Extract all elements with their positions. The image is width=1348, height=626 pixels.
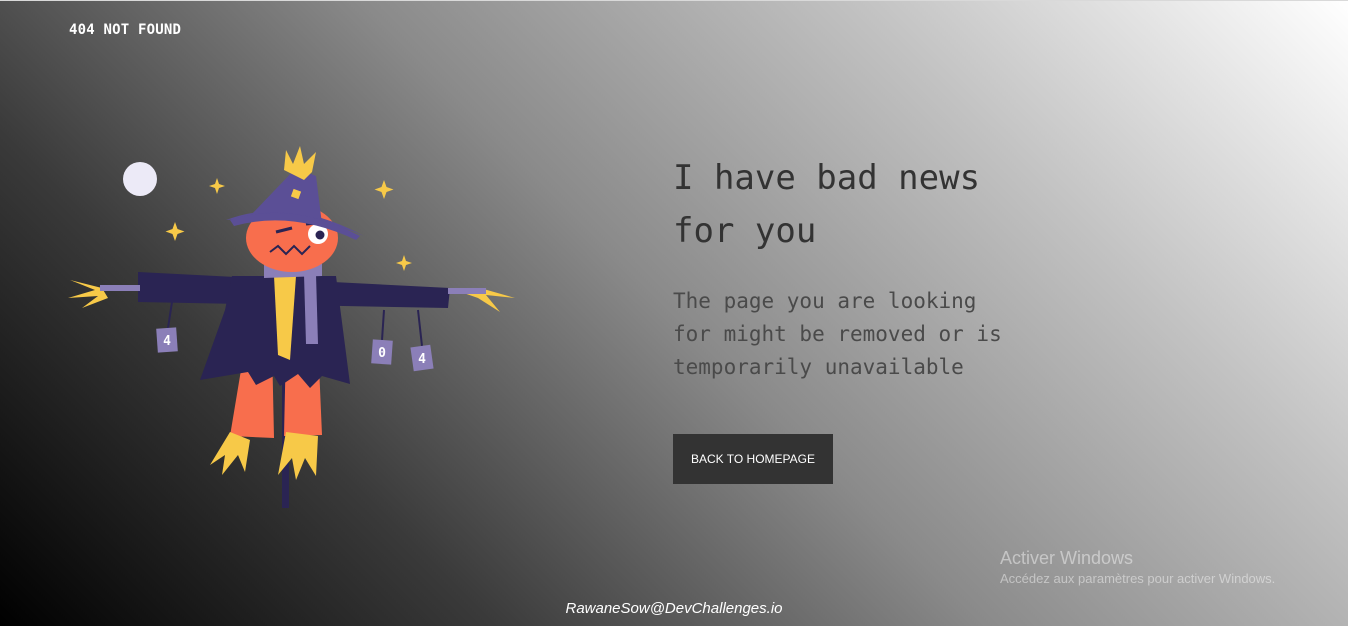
message-line-2: for might be removed or is [673, 322, 1002, 346]
message-line-1: The page you are looking [673, 289, 977, 313]
watermark-subtitle: Accédez aux paramètres pour activer Wind… [1000, 571, 1276, 586]
brand-title: 404 NOT FOUND [69, 22, 182, 38]
message-line-3: temporarily unavailable [673, 355, 964, 379]
windows-activation-watermark: Activer Windows Accédez aux paramètres p… [1000, 548, 1275, 586]
can-label-1: 4 [163, 334, 171, 349]
top-border [0, 0, 1348, 1]
footer: RawaneSow@DevChallenges.io [0, 600, 1348, 617]
error-message: The page you are looking for might be rem… [673, 285, 1073, 384]
can-label-3: 4 [418, 352, 426, 367]
back-to-homepage-button[interactable]: BACK TO HOMEPAGE [673, 434, 833, 484]
headline-line-1: I have bad news [673, 158, 981, 198]
scarecrow-illustration: 4 0 4 [68, 146, 515, 508]
left-straw [68, 280, 108, 308]
can-label-2: 0 [378, 346, 386, 361]
moon-icon [123, 162, 157, 196]
watermark-title: Activer Windows [1000, 548, 1134, 568]
page-headline: I have bad news for you [673, 152, 1093, 258]
headline-line-2: for you [673, 211, 817, 251]
footer-credit: RawaneSow@DevChallenges.io [565, 600, 783, 617]
